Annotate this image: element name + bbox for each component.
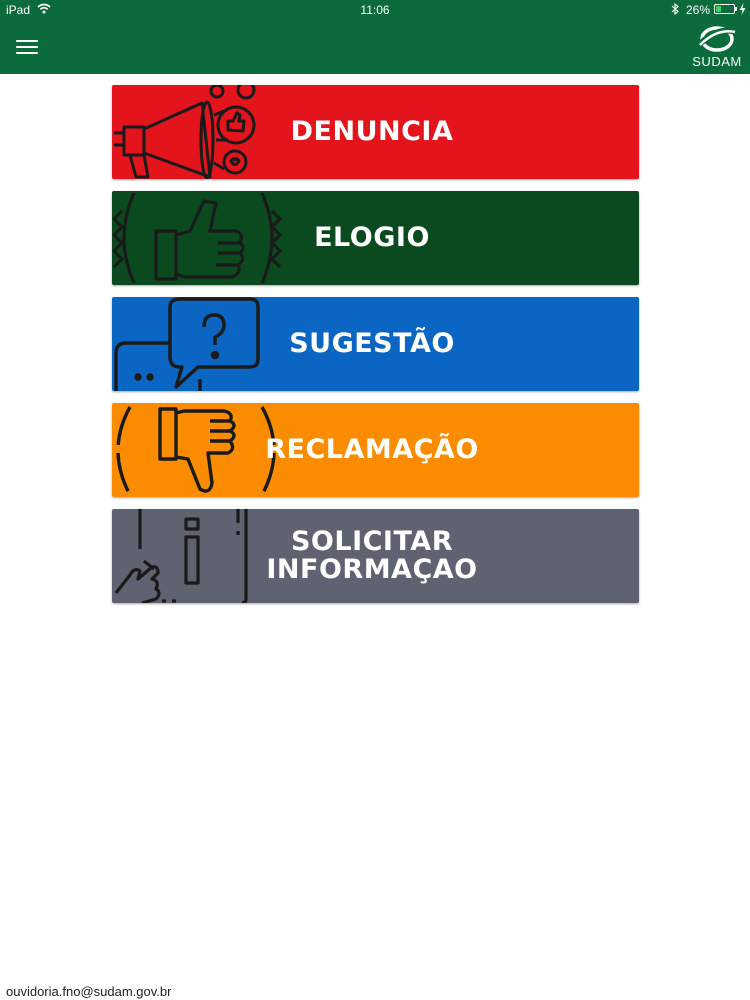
elogio-button[interactable]: ELOGIO — [112, 191, 639, 285]
battery-percent: 26% — [686, 3, 711, 17]
solicitar-informacao-label: SOLICITAR INFORMAÇAO — [266, 526, 478, 585]
battery-icon — [714, 4, 737, 14]
reclamacao-label: RECLAMAÇÃO — [265, 434, 479, 465]
ombudsman-menu: DENUNCIA ELOGIO SUGESTÃO RECLAMAÇÃO SOLI… — [112, 85, 639, 615]
status-time: 11:06 — [360, 3, 390, 17]
sudam-logo-icon — [695, 26, 737, 52]
hamburger-menu-icon[interactable] — [16, 39, 40, 55]
sugestao-button[interactable]: SUGESTÃO — [112, 297, 639, 391]
charging-bolt-icon — [739, 3, 746, 15]
elogio-label: ELOGIO — [314, 222, 430, 253]
app-header: iPad 11:06 26% SUDAM — [0, 0, 750, 74]
status-bar: iPad 11:06 26% — [0, 0, 750, 20]
footer-email[interactable]: ouvidoria.fno@sudam.gov.br — [6, 984, 171, 999]
bluetooth-icon — [671, 3, 679, 15]
sugestao-label: SUGESTÃO — [289, 328, 455, 359]
sudam-logo: SUDAM — [688, 24, 746, 70]
denuncia-label: DENUNCIA — [290, 116, 454, 147]
solicitar-informacao-button[interactable]: SOLICITAR INFORMAÇAO — [112, 509, 639, 603]
denuncia-button[interactable]: DENUNCIA — [112, 85, 639, 179]
logo-text: SUDAM — [692, 54, 742, 69]
reclamacao-button[interactable]: RECLAMAÇÃO — [112, 403, 639, 497]
